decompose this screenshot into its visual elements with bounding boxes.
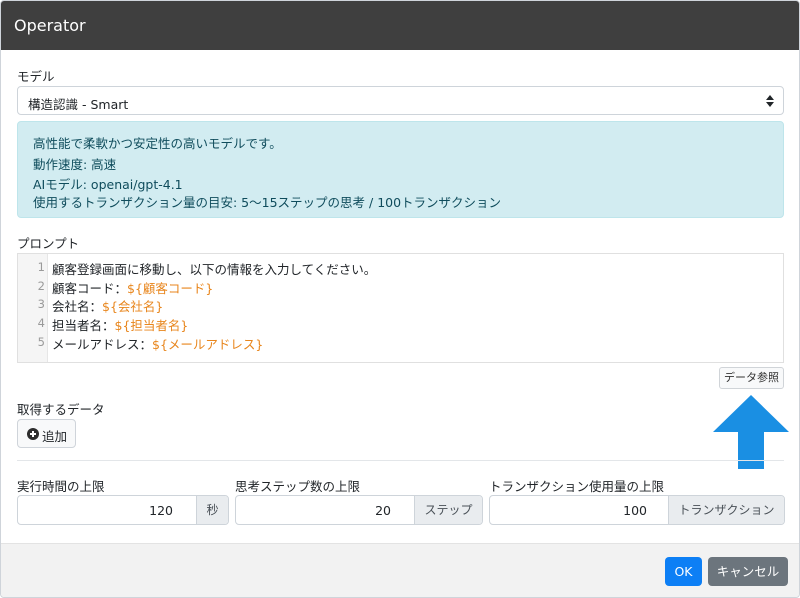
prompt-line-text: 会社名：: [52, 299, 103, 314]
model-label: モデル: [17, 69, 55, 84]
section-divider: [17, 460, 784, 461]
prompt-line-text: 担当者名：: [52, 318, 115, 333]
model-info-transactions: 使用するトランザクション量の目安: 5〜15ステップの思考 / 100トランザク…: [33, 195, 502, 210]
operator-dialog: Operator モデル 構造認識 - Smart 高性能で柔軟かつ安定性の高い…: [0, 0, 800, 598]
time-limit-label: 実行時間の上限: [17, 479, 105, 494]
transaction-limit-label: トランザクション使用量の上限: [489, 479, 665, 494]
prompt-variable: ${顧客コード}: [127, 281, 214, 296]
time-limit-unit: 秒: [196, 496, 228, 524]
transaction-limit-unit: トランザクション: [668, 496, 784, 524]
time-limit-field[interactable]: 120 秒: [17, 495, 229, 525]
prompt-line-text: 顧客登録画面に移動し、以下の情報を入力してください。: [52, 262, 377, 277]
model-select-value: 構造認識 - Smart: [28, 97, 129, 112]
line-number: 1: [37, 260, 45, 274]
prompt-variable: ${担当者名}: [114, 318, 189, 333]
transaction-limit-field[interactable]: 100 トランザクション: [489, 495, 785, 525]
model-select[interactable]: 構造認識 - Smart: [17, 86, 784, 115]
prompt-line-text: 顧客コード：: [52, 281, 128, 296]
select-arrows-icon: [766, 93, 774, 107]
prompt-variable: ${会社名}: [102, 299, 164, 314]
data-reference-button[interactable]: データ参照: [719, 367, 784, 389]
cancel-button[interactable]: キャンセル: [708, 557, 788, 586]
line-number-gutter: 1 2 3 4 5: [18, 254, 48, 362]
prompt-line: 担当者名：${担当者名}: [52, 315, 188, 334]
dialog-title: Operator: [14, 16, 86, 35]
prompt-line-text: メールアドレス：: [52, 337, 153, 352]
line-number: 3: [37, 297, 45, 311]
up-arrow-icon: [713, 395, 789, 469]
prompt-line: メールアドレス：${メールアドレス}: [52, 334, 263, 353]
model-info-box: 高性能で柔軟かつ安定性の高いモデルです。 動作速度: 高速 AIモデル: ope…: [17, 121, 784, 218]
step-limit-label: 思考ステップ数の上限: [235, 479, 361, 494]
step-limit-unit: ステップ: [414, 496, 482, 524]
model-info-description: 高性能で柔軟かつ安定性の高いモデルです。: [33, 136, 282, 151]
add-data-button[interactable]: 追加: [17, 419, 76, 448]
line-number: 2: [37, 279, 45, 293]
model-info-speed: 動作速度: 高速: [33, 157, 117, 172]
time-limit-value: 120: [149, 503, 173, 518]
line-number: 4: [37, 316, 45, 330]
prompt-editor[interactable]: 1 2 3 4 5 顧客登録画面に移動し、以下の情報を入力してください。 顧客コ…: [17, 253, 784, 363]
step-limit-value: 20: [375, 503, 391, 518]
line-number: 5: [37, 335, 45, 349]
prompt-line: 顧客コード：${顧客コード}: [52, 278, 213, 297]
add-data-button-label: 追加: [42, 429, 68, 444]
model-info-ai-model: AIモデル: openai/gpt-4.1: [33, 177, 183, 192]
dialog-header: Operator: [1, 1, 799, 50]
ok-button[interactable]: OK: [665, 557, 702, 586]
prompt-line: 会社名：${会社名}: [52, 296, 163, 315]
prompt-variable: ${メールアドレス}: [152, 337, 264, 352]
prompt-line: 顧客登録画面に移動し、以下の情報を入力してください。: [52, 259, 376, 278]
plus-circle-icon: [27, 428, 39, 440]
step-limit-field[interactable]: 20 ステップ: [235, 495, 483, 525]
prompt-label: プロンプト: [17, 236, 80, 251]
transaction-limit-value: 100: [623, 503, 647, 518]
fetch-data-label: 取得するデータ: [17, 402, 105, 417]
